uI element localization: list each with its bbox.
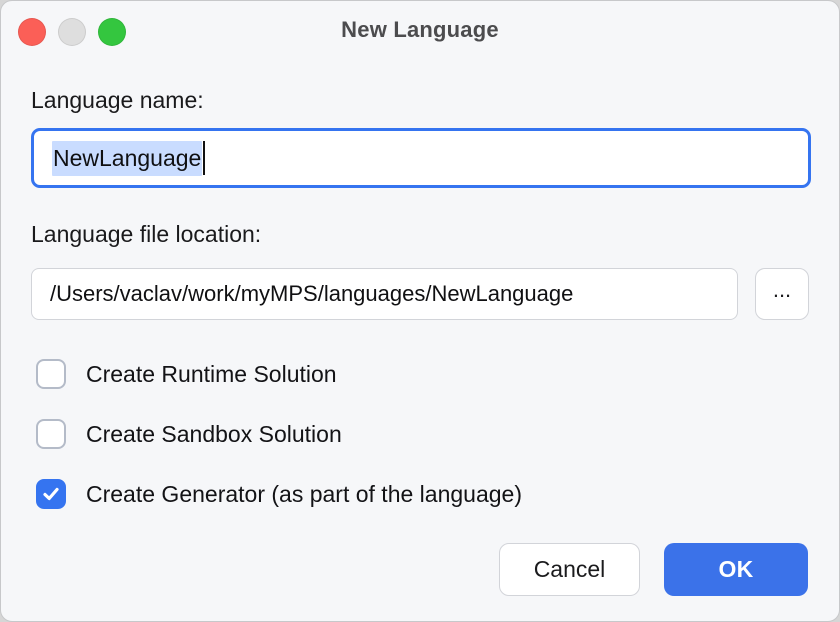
language-name-input[interactable]: NewLanguage xyxy=(31,128,811,188)
zoom-window-button[interactable] xyxy=(98,18,126,46)
create-runtime-solution-option[interactable]: Create Runtime Solution xyxy=(36,359,809,389)
dialog-title: New Language xyxy=(1,17,839,43)
check-icon xyxy=(41,484,61,504)
traffic-lights xyxy=(18,18,126,46)
checkbox-label: Create Generator (as part of the languag… xyxy=(86,481,522,508)
ok-button[interactable]: OK xyxy=(664,543,808,596)
create-sandbox-solution-option[interactable]: Create Sandbox Solution xyxy=(36,419,809,449)
checkbox-label: Create Sandbox Solution xyxy=(86,421,342,448)
language-name-label: Language name: xyxy=(31,87,809,114)
dialog-footer: Cancel OK xyxy=(499,543,808,596)
options-group: Create Runtime Solution Create Sandbox S… xyxy=(31,359,809,509)
location-row: /Users/vaclav/work/myMPS/languages/NewLa… xyxy=(31,268,809,320)
create-generator-checkbox[interactable] xyxy=(36,479,66,509)
dialog-content: Language name: NewLanguage Language file… xyxy=(1,87,839,509)
checkbox-label: Create Runtime Solution xyxy=(86,361,337,388)
cancel-button[interactable]: Cancel xyxy=(499,543,640,596)
close-window-button[interactable] xyxy=(18,18,46,46)
browse-button[interactable]: ... xyxy=(755,268,809,320)
title-bar: New Language xyxy=(1,1,839,59)
text-caret xyxy=(203,141,205,175)
create-runtime-solution-checkbox[interactable] xyxy=(36,359,66,389)
create-generator-option[interactable]: Create Generator (as part of the languag… xyxy=(36,479,809,509)
language-file-location-input[interactable]: /Users/vaclav/work/myMPS/languages/NewLa… xyxy=(31,268,738,320)
create-sandbox-solution-checkbox[interactable] xyxy=(36,419,66,449)
selected-input-text: NewLanguage xyxy=(52,141,202,176)
new-language-dialog: New Language Language name: NewLanguage … xyxy=(0,0,840,622)
language-file-location-label: Language file location: xyxy=(31,221,809,248)
minimize-window-button[interactable] xyxy=(58,18,86,46)
